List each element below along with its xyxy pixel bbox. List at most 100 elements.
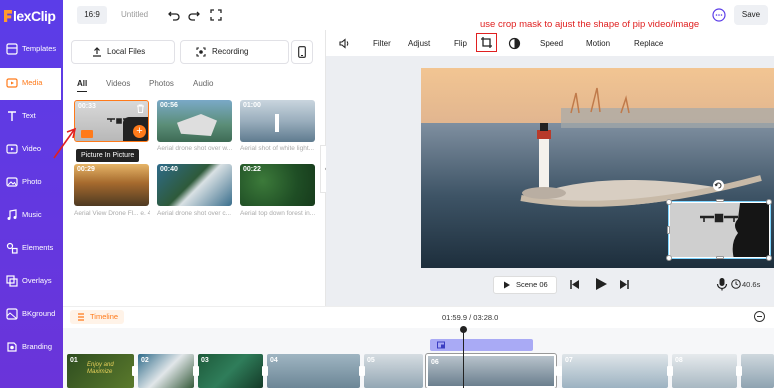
playhead-handle[interactable] [460,326,467,333]
speed-button[interactable]: Speed [540,39,563,48]
transition-marker[interactable] [736,366,742,376]
timeline-clip[interactable]: 01 Enjoy and Maximize [67,354,134,388]
media-item[interactable]: 01:00 [240,100,315,142]
timeline-clip[interactable]: 04 [267,354,360,388]
sidebar-item-overlays[interactable]: Overlays [0,266,63,298]
transition-marker[interactable] [556,366,562,376]
crop-icon[interactable] [480,36,493,49]
text-icon [8,111,16,121]
pip-tooltip: Picture In Picture [76,149,140,162]
media-duration: 00:56 [160,102,178,109]
timeline-clip[interactable]: 08 [672,354,737,388]
timeline-clip[interactable]: 02 [138,354,194,388]
fullscreen-icon[interactable] [209,8,223,22]
tab-audio[interactable]: Audio [193,79,213,88]
flexclip-logo[interactable]: lexClip [4,8,56,24]
cliff-graphic [177,114,217,136]
microphone-icon[interactable] [716,277,728,291]
previous-icon[interactable] [569,279,580,290]
mask-icon[interactable] [508,37,521,50]
transition-marker[interactable] [193,366,199,376]
tab-photos[interactable]: Photos [149,79,174,88]
timeline-clip[interactable]: 05 [364,354,423,388]
play-icon[interactable] [594,277,608,291]
tab-videos[interactable]: Videos [106,79,130,88]
timeline-clip[interactable]: 03 [198,354,263,388]
adjust-button[interactable]: Adjust [408,39,430,48]
background-icon [6,308,18,320]
playhead[interactable] [463,328,464,388]
transition-marker[interactable] [667,366,673,376]
media-item[interactable]: 00:33 + [74,100,149,142]
media-item[interactable]: 00:40 [157,164,232,206]
phone-upload-button[interactable] [291,40,313,64]
tab-all[interactable]: All [77,79,88,92]
lighthouse-graphic [275,114,279,132]
message-icon[interactable] [712,8,726,22]
minus-icon [757,316,762,317]
flip-button[interactable]: Flip [454,39,467,48]
resize-handle[interactable] [766,199,772,205]
media-item[interactable]: 00:29 [74,164,149,206]
music-icon [7,209,17,220]
pip-track-item[interactable] [430,339,533,351]
sidebar-item-media[interactable]: Media [0,68,61,100]
recording-button[interactable]: Recording [180,40,289,64]
next-icon[interactable] [619,279,630,290]
resize-handle[interactable] [716,256,724,259]
project-title[interactable]: Untitled [121,10,148,19]
media-caption: Aerial View Drone Fl... e. 4K [74,210,150,217]
transition-marker[interactable] [132,366,138,376]
media-duration: 01:00 [243,102,261,109]
zoom-out-button[interactable] [754,311,765,322]
resize-handle[interactable] [666,199,672,205]
sidebar-item-photo[interactable]: Photo [0,167,63,199]
sidebar-item-label: BKground [22,309,56,318]
sidebar-item-label: Video [22,144,42,153]
elements-icon [6,242,18,254]
media-item[interactable]: 00:56 [157,100,232,142]
aspect-ratio-button[interactable]: 16:9 [77,6,107,24]
logo-text: lexClip [13,8,56,24]
save-button[interactable]: Save [734,5,768,25]
trash-icon[interactable] [136,104,145,113]
resize-handle[interactable] [716,199,724,202]
resize-handle[interactable] [766,255,772,261]
annotation-text: use crop mask to ajust the shape of pip … [480,19,700,30]
clock-icon [731,279,741,289]
volume-icon[interactable] [338,37,351,50]
rotate-icon[interactable] [713,180,724,191]
media-item[interactable]: 00:22 [240,164,315,206]
scene-button[interactable]: Scene 06 [493,276,557,294]
resize-handle[interactable] [666,255,672,261]
transition-marker[interactable] [262,366,268,376]
timeline-clip[interactable] [741,354,774,388]
local-files-label: Local Files [107,47,146,56]
sidebar-item-templates[interactable]: Templates [0,34,63,66]
filter-button[interactable]: Filter [373,39,391,48]
media-duration: 00:33 [78,103,96,110]
sidebar-item-label: Overlays [22,276,52,285]
media-icon [6,78,18,88]
timeline-clip-selected[interactable]: 06 [425,353,557,388]
motion-button[interactable]: Motion [586,39,610,48]
media-caption: Aerial top down forest in... [240,210,316,217]
transition-marker[interactable] [359,366,365,376]
redo-icon[interactable] [187,8,201,22]
sidebar-item-bkground[interactable]: BKground [0,299,63,331]
sidebar-item-elements[interactable]: Elements [0,233,63,265]
arrow-annotation-icon [53,127,77,159]
resize-handle[interactable] [667,226,670,234]
timeline-toggle-button[interactable]: Timeline [70,310,124,324]
local-files-button[interactable]: Local Files [71,40,175,64]
pip-overlay[interactable] [668,201,771,259]
undo-icon[interactable] [167,8,181,22]
clip-number: 03 [201,357,209,364]
sidebar-item-music[interactable]: Music [0,200,63,232]
sidebar-item-label: Templates [22,44,57,53]
timeline-clip[interactable]: 07 [562,354,668,388]
sidebar-item-branding[interactable]: Branding [0,332,63,364]
pip-icon[interactable] [81,130,93,138]
replace-button[interactable]: Replace [634,39,663,48]
add-to-timeline-button[interactable]: + [133,125,146,138]
